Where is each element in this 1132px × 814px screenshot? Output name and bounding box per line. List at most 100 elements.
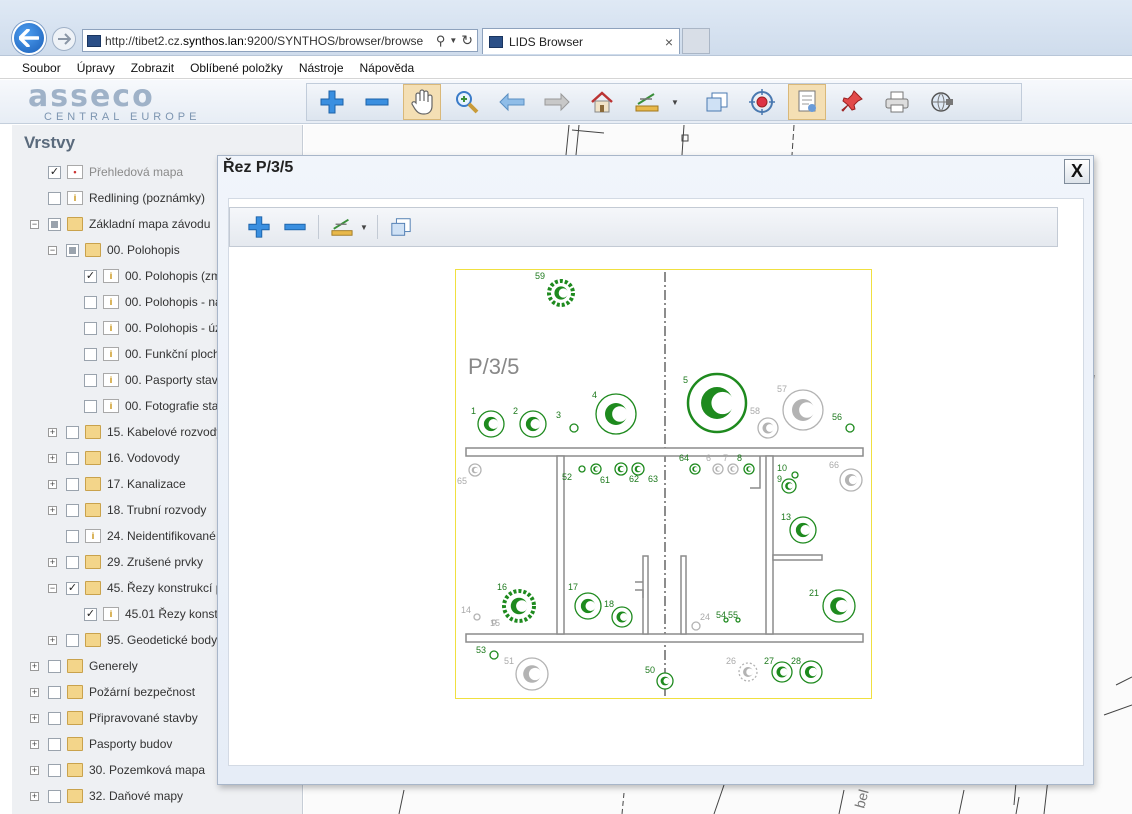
pipe-marker[interactable]: 17 [568, 582, 602, 620]
pipe-marker[interactable]: 1 [471, 406, 505, 438]
layer-row[interactable]: i 00. Polohopis - úz [66, 319, 221, 337]
layer-row[interactable]: i 00. Fotografie stav [66, 397, 224, 415]
measure-dropdown[interactable]: ▼ [666, 84, 684, 120]
expand-icon[interactable]: + [48, 557, 57, 567]
pipe-marker[interactable]: 18 [604, 599, 633, 628]
layer-row[interactable]: − 00. Polohopis [48, 241, 180, 259]
layer-row[interactable]: i 00. Polohopis - na [66, 293, 222, 311]
pipe-marker[interactable]: 2 [513, 406, 547, 438]
dialog-measure-dropdown[interactable]: ▼ [357, 212, 371, 242]
collapse-icon[interactable]: − [30, 219, 39, 229]
layer-row[interactable]: i 24. Neidentifikované ro [48, 527, 230, 545]
pipe-marker[interactable]: 28 [791, 656, 823, 684]
pipe-marker[interactable]: 26 [726, 656, 758, 682]
layer-checkbox[interactable] [48, 191, 61, 205]
pipe-marker[interactable]: 21 [809, 588, 856, 623]
layer-checkbox[interactable] [84, 399, 97, 413]
pipe-marker[interactable]: 16 [497, 582, 536, 623]
layer-checkbox[interactable] [84, 373, 97, 387]
collapse-icon[interactable]: − [48, 583, 57, 593]
layer-row[interactable]: +30. Pozemková mapa [30, 761, 205, 779]
layers-button[interactable] [698, 84, 736, 120]
pipe-marker[interactable]: 4 [592, 390, 637, 435]
pipe-marker[interactable]: 66 [829, 460, 863, 492]
zoom-window-button[interactable] [448, 84, 486, 120]
measure-button[interactable] [628, 84, 666, 120]
layer-checkbox[interactable] [66, 633, 79, 647]
globe-button[interactable] [923, 84, 961, 120]
layer-checkbox[interactable] [48, 737, 61, 751]
layer-row[interactable]: +16. Vodovody [48, 449, 180, 467]
pipe-marker[interactable]: 52 [562, 465, 586, 482]
zoom-in-button[interactable] [313, 84, 351, 120]
search-icon[interactable]: ⚲ [436, 33, 446, 49]
pin-button[interactable] [833, 84, 871, 120]
dialog-zoom-in-button[interactable] [244, 212, 274, 242]
expand-icon[interactable]: + [48, 479, 57, 489]
expand-icon[interactable]: + [30, 765, 39, 775]
pipe-marker[interactable]: 15 [490, 618, 500, 628]
pipe-marker[interactable]: 65 [457, 463, 482, 486]
layer-checkbox[interactable] [48, 711, 61, 725]
layer-checkbox[interactable] [48, 685, 61, 699]
menu-edit[interactable]: Úpravy [69, 61, 123, 75]
pipe-marker[interactable]: 13 [781, 512, 817, 544]
dropdown-icon[interactable]: ▼ [449, 36, 457, 45]
layer-row[interactable]: − Základní mapa závodu [30, 215, 210, 233]
layer-checkbox[interactable]: ✓ [84, 269, 97, 283]
pipe-marker[interactable]: 3 [556, 410, 579, 433]
pipe-marker[interactable]: 50 [645, 665, 674, 690]
layer-row[interactable]: + Požární bezpečnost [30, 683, 195, 701]
identify-button[interactable] [788, 84, 826, 120]
dialog-measure-button[interactable] [327, 212, 357, 242]
pipe-marker[interactable]: 58 [750, 406, 779, 439]
back-button[interactable] [12, 21, 46, 55]
layer-checkbox[interactable] [66, 529, 79, 543]
pipe-marker[interactable]: 54 [716, 610, 729, 623]
layer-row[interactable]: +15. Kabelové rozvody [48, 423, 222, 441]
pipe-marker[interactable]: 5 [683, 372, 748, 434]
layer-checkbox[interactable] [66, 477, 79, 491]
layer-checkbox[interactable]: ✓ [48, 165, 61, 179]
layer-row[interactable]: +32. Daňové mapy [30, 787, 183, 805]
pipe-marker[interactable]: 57 [777, 384, 824, 431]
expand-icon[interactable]: + [48, 635, 57, 645]
section-drawing[interactable]: P/3/5 59 1 2 3 4 5 57 58 56 65 64 6 7 8 10 66 9 52 61 62 63 1… [455, 269, 872, 699]
expand-icon[interactable]: + [30, 713, 39, 723]
pipe-marker[interactable]: 24 [691, 612, 710, 631]
home-button[interactable] [583, 84, 621, 120]
expand-icon[interactable]: + [30, 791, 39, 801]
layer-row[interactable]: +29. Zrušené prvky [48, 553, 203, 571]
layer-checkbox[interactable] [66, 555, 79, 569]
pipe-marker[interactable]: 14 [461, 605, 481, 621]
layer-row[interactable]: + Připravované stavby [30, 709, 198, 727]
pipe-marker[interactable]: 59 [535, 271, 575, 307]
expand-icon[interactable]: + [30, 687, 39, 697]
layer-checkbox[interactable] [84, 321, 97, 335]
layer-row[interactable]: + Generely [30, 657, 138, 675]
layer-row[interactable]: − ✓ 45. Řezy konstrukcí po [48, 579, 229, 597]
pipe-marker[interactable]: 55 [728, 610, 741, 623]
layer-row[interactable]: ✓ i 45.01 Řezy konstru [66, 605, 228, 623]
layer-checkbox[interactable] [84, 295, 97, 309]
expand-icon[interactable]: + [48, 453, 57, 463]
pan-button[interactable] [403, 84, 441, 120]
layer-checkbox[interactable] [66, 503, 79, 517]
layer-row[interactable]: +17. Kanalizace [48, 475, 186, 493]
next-view-button[interactable] [538, 84, 576, 120]
pipe-marker[interactable]: 53 [476, 645, 499, 660]
tab-close-icon[interactable]: × [665, 34, 673, 50]
layer-checkbox[interactable] [66, 451, 79, 465]
layer-checkbox[interactable]: ✓ [84, 607, 97, 621]
new-tab-button[interactable] [682, 28, 710, 54]
target-button[interactable] [743, 84, 781, 120]
browser-tab[interactable]: LIDS Browser × [482, 28, 680, 54]
layer-row[interactable]: + Pasporty budov [30, 735, 172, 753]
expand-icon[interactable]: + [30, 739, 39, 749]
menu-file[interactable]: Soubor [14, 61, 69, 75]
layer-checkbox[interactable] [84, 347, 97, 361]
menu-help[interactable]: Nápověda [352, 61, 423, 75]
layer-checkbox[interactable] [48, 763, 61, 777]
layer-row[interactable]: ✓ i 00. Polohopis (zma [66, 267, 228, 285]
previous-view-button[interactable] [493, 84, 531, 120]
